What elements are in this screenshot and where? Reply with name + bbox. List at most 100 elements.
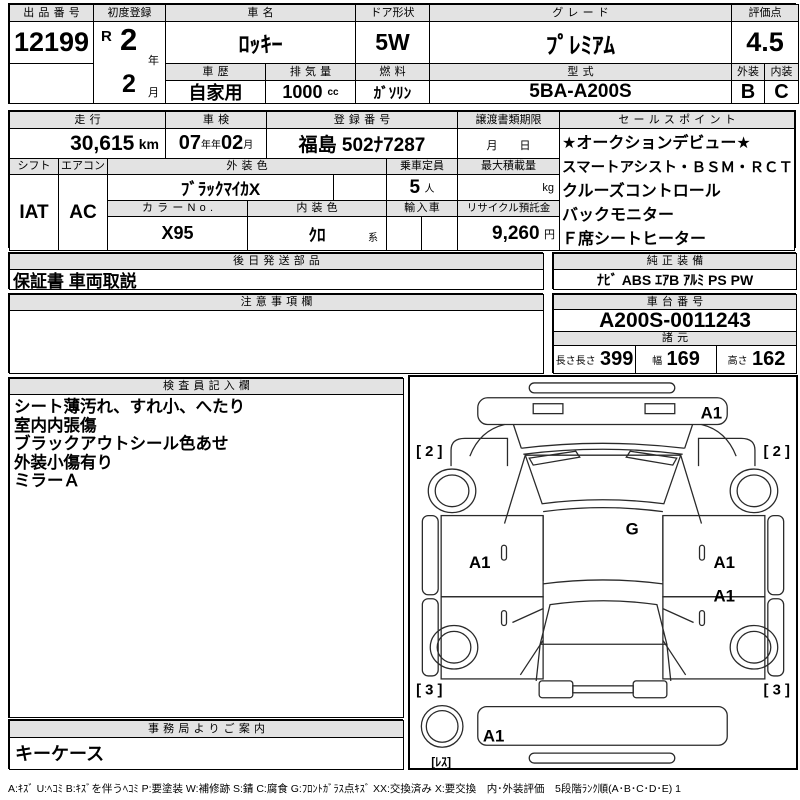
- sill-front-left: [422, 516, 438, 595]
- mark-front-door-left: A1: [469, 553, 491, 572]
- shift-value: IAT: [9, 174, 59, 251]
- payload-header: 最大積載量: [457, 158, 560, 175]
- ext-color-value: ﾌﾞﾗｯｸﾏｲｶX: [107, 174, 334, 201]
- dims-height-label: 高さ: [728, 352, 748, 367]
- reg-no-value: 福島 502ﾅ7287: [266, 128, 458, 159]
- door-handle-rear-left: [502, 611, 507, 626]
- capacity-unit: 人: [425, 180, 435, 195]
- fuel-value: ｶﾞｿﾘﾝ: [355, 80, 430, 104]
- rear-door-right: [663, 597, 765, 679]
- sales-point-line: Ｆ席シートヒーター: [562, 228, 792, 251]
- dims-length-cell: 長さ長さ 399: [553, 345, 636, 374]
- lot-no-empty-cell: [9, 63, 94, 104]
- int-color-name: ｸﾛ: [309, 221, 326, 246]
- roof: [543, 516, 663, 584]
- shaken-year-unit: 年: [201, 136, 211, 151]
- car-name-value: ﾛｯｷｰ: [165, 21, 356, 64]
- sales-point-line: バックモニター: [562, 204, 792, 228]
- quarter-right: [663, 609, 694, 675]
- import-header: 輸入車: [386, 200, 458, 217]
- mileage-unit: km: [139, 136, 159, 152]
- wiper-left: [529, 451, 579, 465]
- wheel-front-left: [428, 469, 476, 513]
- dims-length-value: 399: [600, 348, 633, 371]
- lot-no-header: 出品番号: [9, 4, 94, 22]
- recycle-value: 9,260 円: [457, 216, 560, 251]
- dims-width-label: 幅: [652, 352, 662, 367]
- transfer-deadline-header: 譲渡書類期限: [457, 111, 560, 129]
- score-value: 4.5: [731, 21, 799, 64]
- history-value: 自家用: [165, 80, 266, 104]
- shaken-month: 02: [221, 132, 243, 155]
- door-value: 5W: [355, 21, 430, 64]
- capacity-number: 5: [409, 177, 420, 199]
- mark-front-door-right: A1: [714, 553, 735, 572]
- first-reg-year: 2: [120, 22, 137, 58]
- displacement-unit: cc: [327, 87, 338, 98]
- door-handle-rear-right: [700, 611, 705, 626]
- mileage-value: 30,615 km: [9, 128, 166, 159]
- top-table: 出品番号 12199 初度登録 R 2 年 2 月 車名 ﾛｯｷｰ 車歴 自家用…: [8, 3, 796, 104]
- rear-door-left: [441, 597, 543, 679]
- dims-height-value: 162: [752, 348, 785, 371]
- recycle-unit: 円: [544, 226, 555, 242]
- displacement-header: 排気量: [265, 63, 356, 81]
- fuel-header: 燃料: [355, 63, 430, 81]
- door-handle-front-left: [502, 545, 507, 560]
- wheel-rear-left: [430, 625, 478, 669]
- capacity-value: 5 人: [386, 174, 458, 201]
- exterior-grade-value: B: [731, 80, 765, 104]
- office-info-box: 事務局よりご案内 キーケース: [8, 719, 403, 769]
- taillight-right: [633, 681, 667, 698]
- aircon-value: AC: [58, 174, 108, 251]
- mark-rear-bumper: A1: [483, 726, 505, 745]
- mileage-header: 走行: [9, 111, 166, 129]
- tailgate-sides: [536, 644, 671, 681]
- import-value-left: [386, 216, 422, 251]
- recycle-number: 9,260: [492, 223, 540, 245]
- recycle-header: リサイクル預託金: [457, 200, 560, 217]
- front-fender-left: [451, 438, 507, 466]
- later-parts-value: 保証書 車両取説: [9, 269, 544, 290]
- sales-point-line: クルーズコントロール: [562, 180, 792, 204]
- mark-spare-tire: [ﾚｽ]: [431, 755, 451, 768]
- office-info-value: キーケース: [9, 737, 404, 770]
- ext-color-subcell: [333, 174, 387, 201]
- dims-length-label: 長さ: [556, 352, 576, 367]
- taillight-left: [539, 681, 573, 698]
- ext-color-header: 外装色: [107, 158, 387, 175]
- hood-edges: [513, 425, 692, 449]
- dims-width-value: 169: [667, 348, 700, 371]
- interior-grade-header: 内装: [764, 63, 799, 81]
- history-header: 車歴: [165, 63, 266, 81]
- mileage-number: 30,615: [70, 132, 134, 156]
- caution-header: 注意事項欄: [9, 294, 544, 311]
- lot-no-value: 12199: [9, 21, 94, 64]
- equipment-box: 純正装備 ﾅﾋﾞ ABS ｴｱB ｱﾙﾐ PS PW: [552, 252, 796, 289]
- cowl-arc: [521, 443, 684, 454]
- mark-rear-tire-left: [ 3 ]: [416, 683, 442, 699]
- windshield-base-arc: [543, 508, 663, 512]
- inspector-note-line: ブラックアウトシール色あせ: [14, 435, 399, 454]
- front-fog-right: [645, 404, 675, 414]
- mark-front-tire-right: [ 2 ]: [764, 444, 790, 460]
- dims-length-label2: 長さ: [576, 352, 596, 367]
- inspector-notes-header: 検査員記入欄: [9, 378, 404, 395]
- color-no-header: カラーNo.: [107, 200, 248, 217]
- score-header: 評価点: [731, 4, 799, 22]
- equipment-value: ﾅﾋﾞ ABS ｴｱB ｱﾙﾐ PS PW: [553, 269, 797, 290]
- equipment-header: 純正装備: [553, 253, 797, 270]
- grade-value: ﾌﾟﾚﾐｱﾑ: [429, 21, 732, 64]
- mark-rear-door-right: A1: [714, 587, 735, 606]
- displacement-number: 1000: [282, 82, 322, 103]
- front-grille-strip: [529, 383, 675, 393]
- first-reg-month: 2: [122, 70, 136, 99]
- damage-code-legend: A:ｷｽﾞ U:ﾍｺﾐ B:ｷｽﾞを伴うﾍｺﾐ P:要塗装 W:補修跡 S:錆 …: [8, 781, 796, 796]
- payload-value: kg: [457, 174, 560, 201]
- caution-box: 注意事項欄: [8, 293, 543, 373]
- wheel-front-right: [730, 469, 778, 513]
- car-diagram: A1 [ 2 ] [ 2 ] G A1 A1 A1 [ 3 ] [ 3 ] A1…: [410, 377, 796, 768]
- first-reg-header: 初度登録: [93, 4, 166, 22]
- sales-points-body: ★オークションデビュー★ スマートアシスト・ＢＳＭ・ＲＣＴＡ クルーズコントロー…: [559, 128, 795, 251]
- tailgate-garnish: [573, 686, 633, 693]
